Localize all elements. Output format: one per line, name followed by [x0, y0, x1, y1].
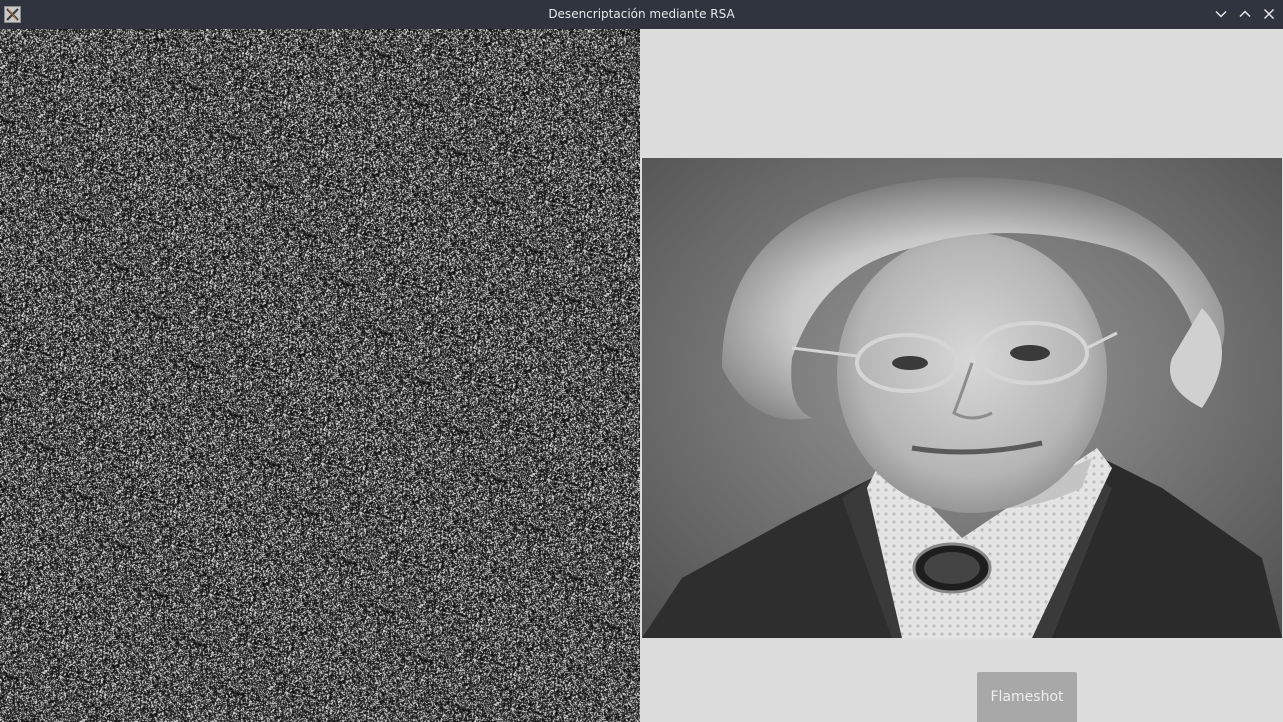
portrait-photo	[642, 158, 1282, 638]
chevron-down-icon	[1215, 10, 1227, 18]
encrypted-image	[0, 29, 640, 722]
minimize-button[interactable]	[1213, 6, 1229, 22]
flameshot-tooltip: Flameshot	[977, 672, 1077, 722]
window-title: Desencriptación mediante RSA	[548, 7, 735, 21]
close-button[interactable]	[1261, 6, 1277, 22]
chevron-up-icon	[1239, 10, 1251, 18]
close-icon	[1263, 8, 1275, 20]
encrypted-noise-canvas	[0, 29, 640, 722]
maximize-button[interactable]	[1237, 6, 1253, 22]
title-bar[interactable]: Desencriptación mediante RSA	[0, 0, 1283, 29]
app-window: Desencriptación mediante RSA Flameshot	[0, 0, 1283, 722]
client-area: Flameshot	[0, 29, 1283, 722]
decrypted-image	[642, 158, 1282, 638]
